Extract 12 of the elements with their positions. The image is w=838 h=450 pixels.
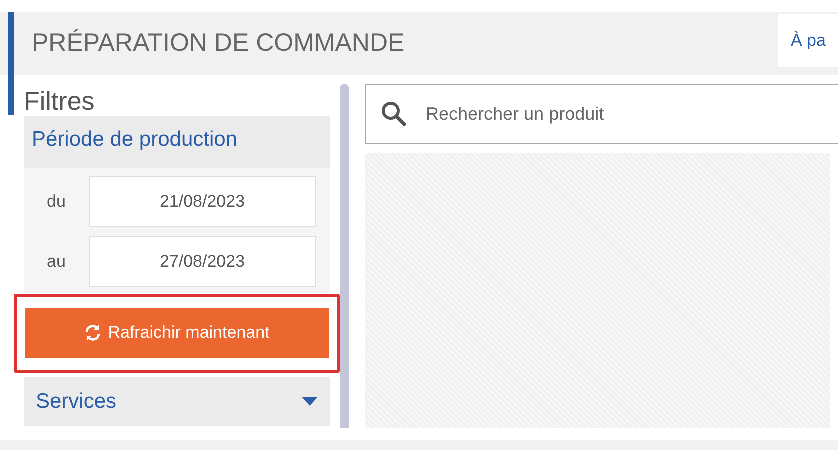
- section-toggle[interactable]: Services: [24, 377, 330, 426]
- date-field[interactable]: 27/08/2023: [89, 236, 316, 287]
- scrollbar[interactable]: [340, 84, 349, 428]
- filters-heading: Filtres: [23, 86, 96, 116]
- refresh-icon: [84, 324, 102, 342]
- date-label: au: [46, 250, 67, 273]
- date-field[interactable]: 21/08/2023: [89, 176, 316, 227]
- search-icon: [381, 101, 407, 127]
- section-header: Période de production: [24, 116, 330, 168]
- date-label: du: [46, 190, 67, 213]
- page-title: PRÉPARATION DE COMMANDE: [32, 28, 406, 59]
- search-field[interactable]: Rechercher un produit: [365, 84, 838, 144]
